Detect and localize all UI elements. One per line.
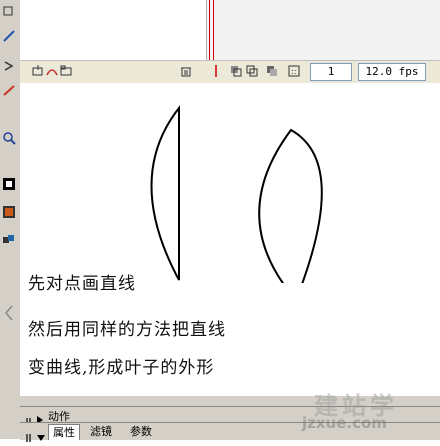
zoom-tool-icon[interactable]	[2, 130, 16, 145]
center-frame-icon[interactable]	[210, 65, 222, 77]
pencil-tool-icon[interactable]	[2, 82, 16, 96]
tools-panel	[0, 0, 21, 439]
timeline-status-bar: :: 1 12.0 fps	[20, 60, 440, 83]
svg-text:::: ::	[291, 67, 296, 76]
add-motion-guide-icon[interactable]	[46, 65, 58, 77]
subselection-tool-icon[interactable]	[2, 4, 16, 18]
stroke-color-icon[interactable]	[2, 176, 16, 190]
caption-line-1: 先对点画直线	[28, 274, 136, 294]
onion-skin-outlines-icon[interactable]	[246, 65, 258, 77]
playhead-line-secondary	[213, 0, 214, 60]
modify-onion-markers-icon[interactable]: ::	[288, 65, 300, 77]
delete-layer-trash-icon[interactable]	[180, 65, 192, 77]
stage-canvas[interactable]: 先对点画直线 然后用同样的方法把直线 变曲线,形成叶子的外形	[20, 83, 440, 396]
collapse-arrow-icon[interactable]	[36, 427, 46, 446]
site-watermark: 建站学 jzxue.com	[268, 388, 438, 438]
panel-grip-icon-2	[26, 427, 32, 446]
caption-line-3: 变曲线,形成叶子的外形	[28, 358, 215, 378]
tab-filters[interactable]: 滤镜	[86, 424, 116, 439]
tab-parameters[interactable]: 参数	[126, 424, 156, 439]
lasso-tool-icon[interactable]	[2, 58, 16, 72]
caption-line-2: 然后用同样的方法把直线	[28, 320, 226, 340]
swap-colors-icon[interactable]	[2, 232, 16, 246]
half-leaf-shape	[150, 105, 180, 281]
pen-tool-icon[interactable]	[2, 28, 16, 42]
frame-rate-field: 12.0 fps	[358, 63, 426, 81]
edit-multiple-frames-icon[interactable]	[266, 65, 278, 77]
leaf-drawings	[150, 105, 323, 283]
playhead-line	[209, 0, 210, 60]
insert-folder-icon[interactable]	[60, 65, 72, 77]
leaf-outline-shape	[258, 128, 323, 283]
watermark-domain: jzxue.com	[302, 414, 387, 432]
panel-collapse-arrow-icon[interactable]	[2, 304, 16, 321]
current-frame-field: 1	[310, 63, 352, 81]
onion-skin-icon[interactable]	[230, 65, 242, 77]
fill-color-icon[interactable]	[2, 204, 16, 218]
insert-layer-icon[interactable]	[32, 65, 44, 77]
tab-properties[interactable]: 属性	[48, 424, 80, 440]
timeline-panel: :: 1 12.0 fps	[20, 0, 440, 83]
